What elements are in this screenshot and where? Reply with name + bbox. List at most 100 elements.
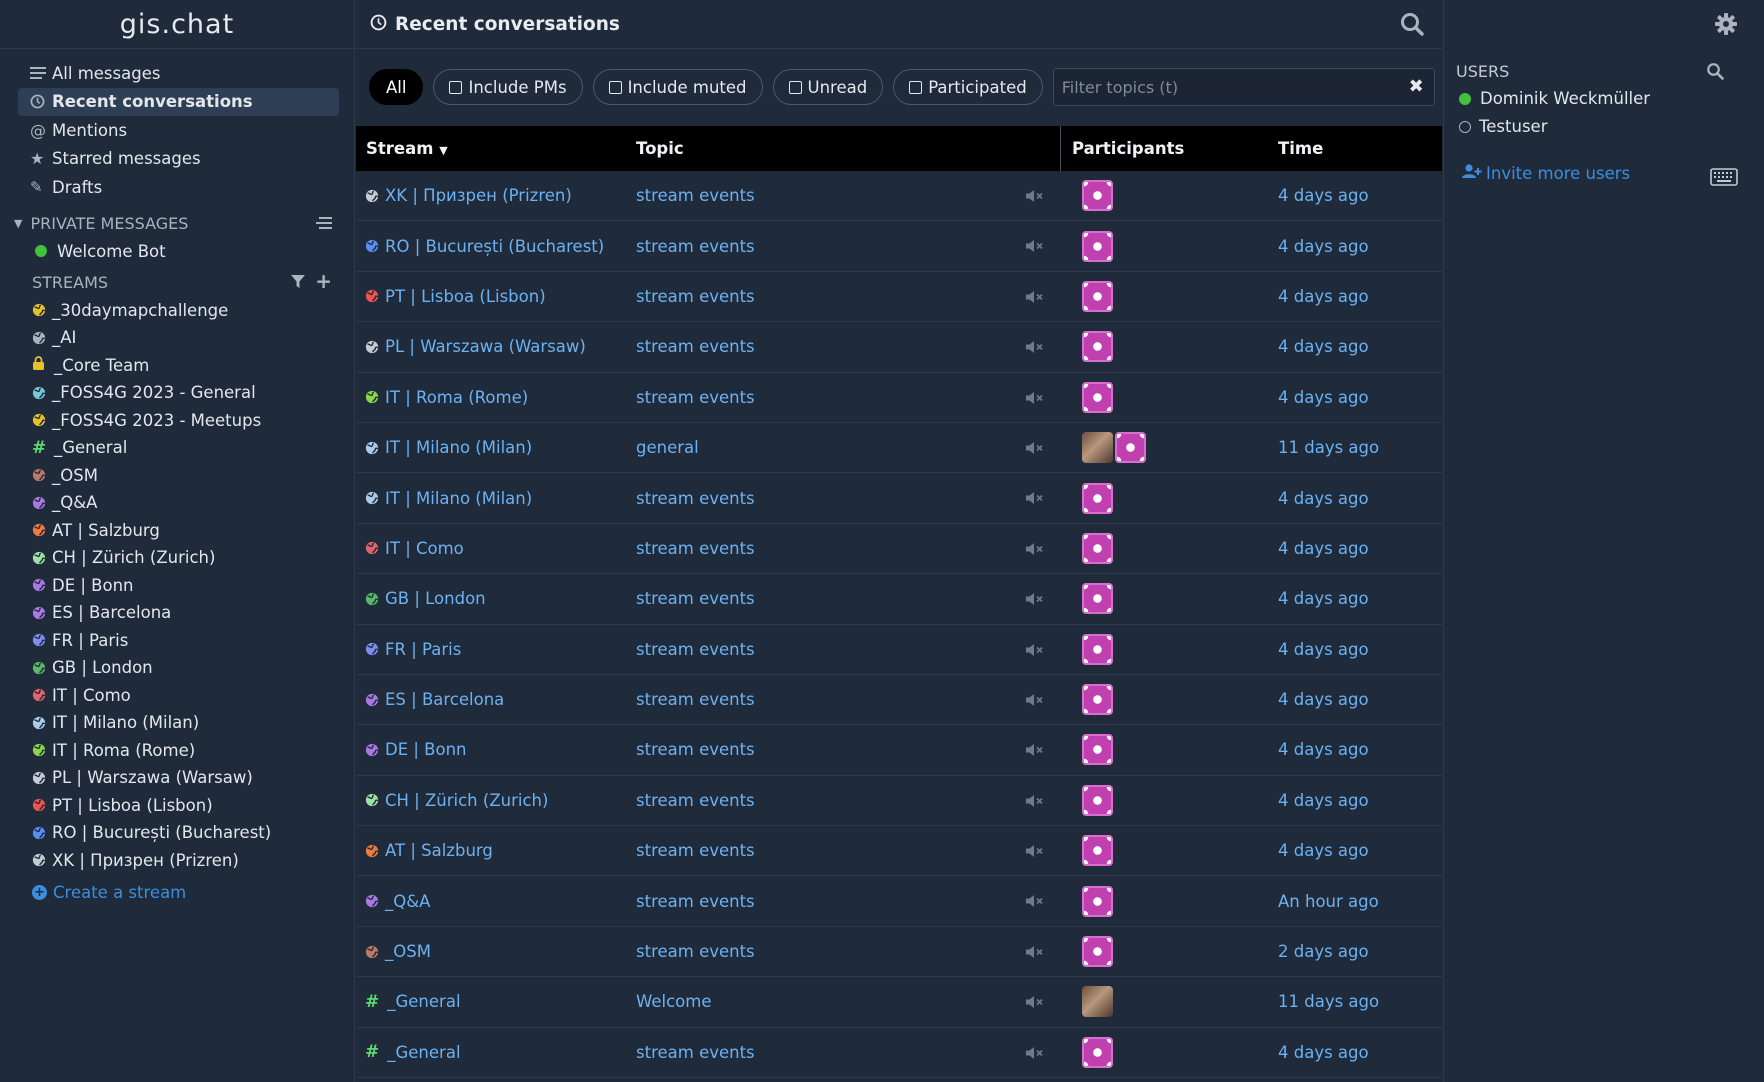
row-stream-cell[interactable]: # _General [356,1042,629,1062]
nav-drafts[interactable]: ✎ Drafts [18,173,339,202]
row-stream-cell[interactable]: PT | Lisboa (Lisbon) [356,287,629,306]
topic-link[interactable]: stream events [629,942,1060,961]
time-link[interactable]: 4 days ago [1278,1043,1369,1062]
gear-icon[interactable] [1714,12,1738,40]
time-link[interactable]: 2 days ago [1278,942,1369,961]
filter-include-pms-button[interactable]: Include PMs [433,69,583,105]
time-link[interactable]: 11 days ago [1278,438,1379,457]
user-item[interactable]: Dominik Weckmüller [1459,89,1650,108]
time-link[interactable]: 4 days ago [1278,791,1369,810]
column-topic-header[interactable]: Topic [629,139,1060,158]
topic-link[interactable]: stream events [629,388,1060,407]
topic-link[interactable]: stream events [629,237,1060,256]
nav-recent-conversations[interactable]: Recent conversations [18,87,339,116]
stream-link[interactable]: XK | Призрен (Prizren) [385,186,572,205]
row-stream-cell[interactable]: RO | București (Bucharest) [356,237,629,256]
mute-icon[interactable] [1026,591,1044,610]
time-link[interactable]: 4 days ago [1278,589,1369,608]
time-link[interactable]: 4 days ago [1278,539,1369,558]
stream-link[interactable]: FR | Paris [385,640,461,659]
topic-link[interactable]: stream events [629,740,1060,759]
mute-icon[interactable] [1026,1045,1044,1064]
mute-icon[interactable] [1026,490,1044,509]
brand-logo[interactable]: gis.chat [0,0,354,49]
stream-item[interactable]: PL | Warszawa (Warsaw) [0,764,354,792]
invite-users-link[interactable]: Invite more users [1462,164,1630,183]
time-link[interactable]: 4 days ago [1278,237,1369,256]
topic-link[interactable]: general [629,438,1060,457]
participant-avatar[interactable] [1082,684,1113,716]
keyboard-icon[interactable] [1710,168,1738,190]
participant-avatar[interactable] [1082,180,1113,212]
mute-icon[interactable] [1026,339,1044,358]
stream-link[interactable]: AT | Salzburg [385,841,493,860]
participant-avatar[interactable] [1082,936,1113,968]
topic-link[interactable]: stream events [629,640,1060,659]
mute-icon[interactable] [1026,692,1044,711]
stream-item[interactable]: DE | Bonn [0,572,354,600]
time-link[interactable]: 4 days ago [1278,640,1369,659]
mute-icon[interactable] [1026,944,1044,963]
filter-include-muted-button[interactable]: Include muted [592,69,763,105]
mute-icon[interactable] [1026,843,1044,862]
row-stream-cell[interactable]: IT | Milano (Milan) [356,438,629,457]
participant-avatar[interactable] [1082,986,1113,1018]
mute-icon[interactable] [1026,238,1044,257]
stream-item[interactable]: _AI [0,324,354,352]
stream-item[interactable]: IT | Milano (Milan) [0,709,354,737]
stream-item[interactable]: IT | Roma (Rome) [0,737,354,765]
time-link[interactable]: 4 days ago [1278,388,1369,407]
stream-item[interactable]: _FOSS4G 2023 - General [0,379,354,407]
stream-link[interactable]: PT | Lisboa (Lisbon) [385,287,546,306]
nav-mentions[interactable]: @ Mentions [18,116,339,145]
participant-avatar[interactable] [1082,280,1113,312]
stream-link[interactable]: _Q&A [385,892,430,911]
time-link[interactable]: 4 days ago [1278,337,1369,356]
topic-link[interactable]: Welcome [629,992,1060,1011]
row-stream-cell[interactable]: GB | London [356,589,629,608]
stream-item[interactable]: _Q&A [0,489,354,517]
stream-item[interactable]: XK | Призрен (Prizren) [0,847,354,875]
mute-icon[interactable] [1026,893,1044,912]
row-stream-cell[interactable]: XK | Призрен (Prizren) [356,186,629,205]
stream-item[interactable]: PT | Lisboa (Lisbon) [0,792,354,820]
topic-link[interactable]: stream events [629,892,1060,911]
mute-icon[interactable] [1026,642,1044,661]
participant-avatar[interactable] [1082,784,1113,816]
row-stream-cell[interactable]: FR | Paris [356,640,629,659]
participant-avatar[interactable] [1082,835,1113,867]
time-link[interactable]: 4 days ago [1278,489,1369,508]
stream-link[interactable]: GB | London [385,589,486,608]
time-link[interactable]: 4 days ago [1278,287,1369,306]
stream-item[interactable]: # _General [0,434,354,462]
mute-icon[interactable] [1026,390,1044,409]
participant-avatar[interactable] [1082,482,1113,514]
topic-link[interactable]: stream events [629,337,1060,356]
mute-icon[interactable] [1026,793,1044,812]
filter-all-button[interactable]: All [369,69,424,105]
row-stream-cell[interactable]: AT | Salzburg [356,841,629,860]
stream-item[interactable]: CH | Zürich (Zurich) [0,544,354,572]
user-item[interactable]: Testuser [1459,117,1547,136]
nav-all-messages[interactable]: All messages [18,59,339,88]
nav-starred-messages[interactable]: ★ Starred messages [18,145,339,174]
participant-avatar[interactable] [1082,885,1113,917]
topic-link[interactable]: stream events [629,589,1060,608]
mute-icon[interactable] [1026,188,1044,207]
row-stream-cell[interactable]: _OSM [356,942,629,961]
create-stream-link[interactable]: + Create a stream [0,878,354,906]
stream-link[interactable]: IT | Roma (Rome) [385,388,528,407]
row-stream-cell[interactable]: DE | Bonn [356,740,629,759]
add-stream-icon[interactable]: + [315,271,332,293]
clear-filter-icon[interactable]: ✖ [1409,76,1424,97]
filter-icon[interactable] [291,274,306,293]
participant-avatar[interactable] [1082,734,1113,766]
topic-link[interactable]: stream events [629,287,1060,306]
column-time-header[interactable]: Time [1278,139,1323,158]
topic-link[interactable]: stream events [629,186,1060,205]
time-link[interactable]: 4 days ago [1278,186,1369,205]
filter-topics-input[interactable] [1061,77,1392,97]
participant-avatar[interactable] [1082,532,1113,564]
stream-link[interactable]: PL | Warszawa (Warsaw) [385,337,586,356]
stream-link[interactable]: DE | Bonn [385,740,467,759]
